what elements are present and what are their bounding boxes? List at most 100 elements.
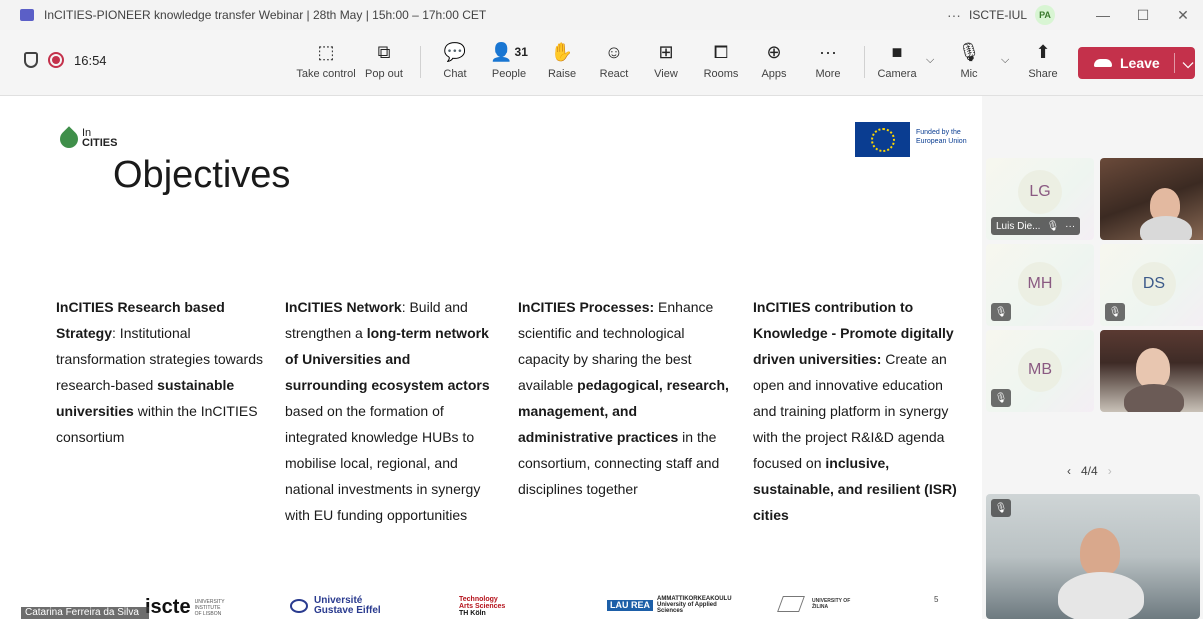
- react-icon: ☺: [604, 41, 624, 62]
- raise-hand-icon: ✋: [550, 41, 574, 62]
- teams-app-icon: [20, 9, 34, 21]
- objective-column-2: InCITIES Network: Build and strengthen a…: [285, 294, 495, 528]
- slide-title: Objectives: [113, 154, 291, 196]
- mic-muted-icon: 🎙: [1105, 303, 1125, 321]
- leave-options-chevron-icon[interactable]: ⌵: [1183, 55, 1194, 72]
- more-label: More: [815, 68, 841, 80]
- camera-label: Camera: [877, 68, 917, 80]
- mic-muted-icon: 🎙: [991, 303, 1011, 321]
- people-icon-wrap: 👤 31: [490, 40, 528, 64]
- user-avatar[interactable]: PA: [1035, 5, 1055, 25]
- view-icon: ⊞: [658, 41, 674, 62]
- th-line-2: Arts Sciences: [459, 603, 506, 610]
- avatar: DS: [1132, 262, 1176, 306]
- objective-column-3: InCITIES Processes: Enhance scientific a…: [518, 294, 732, 502]
- participant-face: [1080, 528, 1120, 576]
- participant-video-tile[interactable]: [1100, 158, 1203, 240]
- pop-out-button[interactable]: ⧉ Pop out: [353, 40, 415, 90]
- more-options-icon[interactable]: ···: [947, 7, 961, 23]
- recording-icon: [48, 52, 64, 68]
- more-button[interactable]: ··· More: [797, 40, 859, 90]
- mic-button[interactable]: 🎙 Mic: [938, 40, 1000, 90]
- eu-text-line-1: Funded by the: [916, 129, 961, 136]
- view-label: View: [654, 68, 678, 80]
- next-page-icon[interactable]: ›: [1108, 464, 1112, 478]
- participant-video-tile[interactable]: [1100, 330, 1203, 412]
- hang-up-icon: [1094, 59, 1112, 67]
- rooms-label: Rooms: [703, 68, 739, 80]
- participant-body: [1058, 572, 1144, 619]
- shared-screen-slide: In CITIES Objectives Funded by the Europ…: [0, 96, 982, 619]
- participant-body: [1140, 216, 1192, 240]
- close-button[interactable]: ✕: [1163, 0, 1203, 30]
- mic-muted-icon: 🎙: [991, 389, 1011, 407]
- objective-column-1: InCITIES Research based Strategy: Instit…: [56, 294, 266, 450]
- participant-tile-lg[interactable]: LG Luis Die... 🎙 ···: [986, 158, 1094, 240]
- react-label: React: [599, 68, 629, 80]
- pop-out-label: Pop out: [365, 68, 403, 80]
- eu-text-line-2: European Union: [916, 138, 967, 145]
- iscte-logo: iscte UNIVERSITY INSTITUTE OF LISBON: [145, 596, 225, 619]
- participant-name: Luis Die...: [996, 220, 1041, 232]
- maximize-button[interactable]: ☐: [1123, 0, 1163, 30]
- ugf-emblem-icon: [290, 599, 308, 613]
- chat-icon: 💬: [443, 41, 467, 62]
- take-control-icon: ⬚: [317, 41, 335, 62]
- university-of-zilina-logo: UNIVERSITY OF ŽILINA: [777, 596, 852, 612]
- participant-gallery: LG Luis Die... 🎙 ··· MH 🎙 DS 🎙 MB 🎙 ‹ 4/…: [982, 96, 1203, 619]
- self-video-tile[interactable]: 🎙: [986, 494, 1200, 619]
- more-icon: ···: [819, 41, 837, 62]
- avatar: LG: [1018, 170, 1062, 214]
- iscte-subtitle: UNIVERSITY INSTITUTE OF LISBON: [194, 598, 225, 617]
- avatar: MB: [1018, 348, 1062, 392]
- meeting-timer: 16:54: [74, 52, 107, 68]
- participant-tile-ds[interactable]: DS 🎙: [1100, 244, 1203, 326]
- leave-button[interactable]: Leave ⌵: [1078, 47, 1195, 79]
- ugf-line-2: Gustave Eiffel: [314, 605, 381, 616]
- gallery-page-indicator: 4/4: [1081, 464, 1098, 478]
- participant-name-bar: Luis Die... 🎙 ···: [991, 217, 1081, 235]
- apps-label: Apps: [761, 68, 787, 80]
- share-icon: ⬆: [1035, 41, 1051, 62]
- leaf-icon: [56, 126, 82, 152]
- participant-menu-icon[interactable]: ···: [1065, 221, 1075, 232]
- participant-tile-mh[interactable]: MH 🎙: [986, 244, 1094, 326]
- rooms-icon: ⧠: [713, 41, 729, 62]
- eu-flag-icon: [855, 122, 910, 157]
- eu-funding-text: Funded by the European Union: [916, 128, 982, 146]
- pop-out-icon: ⧉: [377, 41, 391, 62]
- previous-page-icon[interactable]: ‹: [1067, 464, 1071, 478]
- chat-button[interactable]: 💬 Chat: [424, 40, 486, 90]
- objective-2-heading: InCITIES Network: [285, 299, 402, 315]
- mic-label: Mic: [960, 68, 978, 80]
- laurea-box: LAU REA: [607, 599, 653, 611]
- camera-options-chevron-icon[interactable]: ⌵: [926, 54, 934, 67]
- minimize-button[interactable]: —: [1083, 0, 1123, 30]
- people-icon: 👤: [490, 41, 513, 62]
- th-koln-logo: Technology Arts Sciences TH Köln: [459, 596, 505, 617]
- mic-options-chevron-icon[interactable]: ⌵: [1001, 54, 1009, 67]
- objective-column-4: InCITIES contribution to Knowledge - Pro…: [753, 294, 967, 528]
- mic-muted-icon: 🎙: [1046, 220, 1060, 232]
- people-count: 31: [514, 45, 528, 59]
- gallery-pager: ‹ 4/4 ›: [1067, 464, 1112, 478]
- camera-button[interactable]: ■ Camera: [866, 40, 928, 90]
- take-control-label: Take control: [296, 68, 356, 80]
- shield-icon[interactable]: [24, 52, 38, 68]
- universite-gustave-eiffel-logo: Université Gustave Eiffel: [290, 596, 381, 616]
- incities-logo: In CITIES: [56, 126, 117, 152]
- objective-2-text-end: based on the formation of integrated kno…: [285, 403, 481, 523]
- apps-button[interactable]: ⊕ Apps: [743, 40, 805, 90]
- raise-label: Raise: [547, 68, 577, 80]
- th-line-3: TH Köln: [459, 610, 486, 617]
- objective-4-text: Create an open and innovative education …: [753, 351, 949, 471]
- share-button[interactable]: ⬆ Share: [1012, 40, 1074, 90]
- toolbar-divider: [864, 46, 865, 78]
- take-control-button[interactable]: ⬚ Take control: [295, 40, 357, 90]
- participant-tile-mb[interactable]: MB 🎙: [986, 330, 1094, 412]
- people-label: People: [491, 68, 527, 80]
- laurea-logo: LAU REA AMMATTIKORKEAKOULU University of…: [607, 596, 737, 614]
- iscte-wordmark: iscte: [145, 596, 191, 618]
- organization-name[interactable]: ISCTE-IUL: [969, 8, 1027, 22]
- view-button[interactable]: ⊞ View: [635, 40, 697, 90]
